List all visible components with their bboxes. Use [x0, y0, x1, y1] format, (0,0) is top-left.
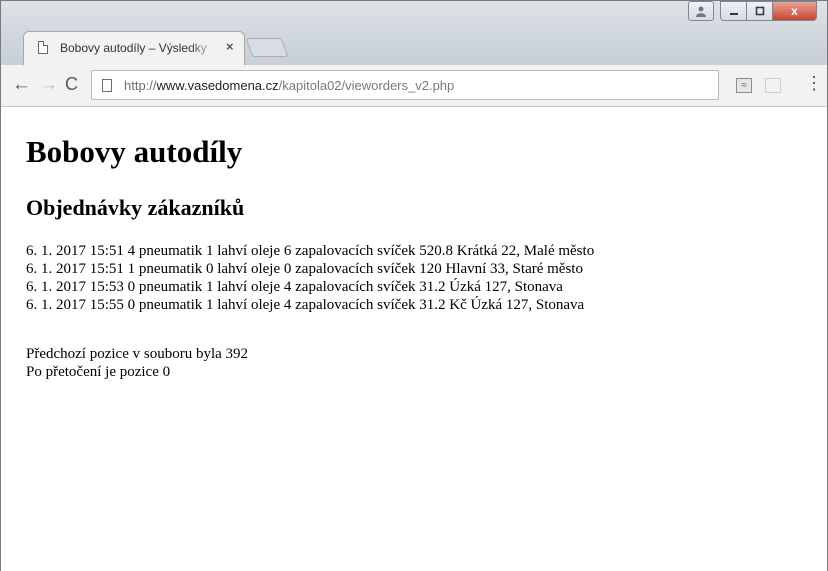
position-before-text: Předchozí pozice v souboru byla 392 [26, 346, 249, 362]
user-icon[interactable] [688, 1, 714, 21]
file-position-notes: Předchozí pozice v souboru byla 392 Po p… [26, 345, 248, 381]
reload-icon[interactable]: C [65, 74, 78, 95]
address-bar[interactable]: http://www.vasedomena.cz/kapitola02/view… [91, 70, 719, 100]
title-bar: Bobovy autodíly – Výsledky × x [1, 1, 827, 65]
new-tab-button[interactable] [245, 38, 289, 57]
window-controls: x [688, 1, 817, 23]
orders-list: 6. 1. 2017 15:51 4 pneumatik 1 lahví ole… [26, 242, 594, 314]
position-after-text: Po přetočení je pozice 0 [26, 364, 171, 380]
page-content: Bobovy autodíly Objednávky zákazníků 6. … [1, 107, 827, 571]
page-title: Bobovy autodíly [26, 134, 243, 169]
back-arrow-icon[interactable]: ← [12, 74, 31, 96]
page-icon [38, 41, 48, 54]
url-text[interactable]: http://www.vasedomena.cz/kapitola02/view… [124, 78, 454, 93]
browser-tab[interactable]: Bobovy autodíly – Výsledky × [23, 31, 245, 65]
order-line: 6. 1. 2017 15:55 0 pneumatik 1 lahví ole… [26, 297, 585, 313]
minimize-button[interactable] [720, 1, 747, 21]
menu-dots-icon[interactable]: ⋮ [805, 74, 823, 92]
toolbar: ← → C http://www.vasedomena.cz/kapitola0… [1, 65, 827, 107]
tab-close-icon[interactable]: × [226, 39, 234, 54]
tab-title: Bobovy autodíly – Výsledky [60, 41, 207, 55]
order-line: 6. 1. 2017 15:51 1 pneumatik 0 lahví ole… [26, 261, 583, 277]
page-subtitle: Objednávky zákazníků [26, 195, 245, 220]
page-icon [102, 79, 112, 92]
extension-icon[interactable]: ≈ [736, 78, 752, 93]
forward-arrow-icon[interactable]: → [39, 74, 58, 96]
extension-icon[interactable] [765, 78, 781, 93]
maximize-button[interactable] [747, 1, 773, 21]
order-line: 6. 1. 2017 15:51 4 pneumatik 1 lahví ole… [26, 243, 595, 259]
window-close-button[interactable]: x [773, 1, 817, 21]
browser-window: Bobovy autodíly – Výsledky × x ← → C htt… [0, 0, 828, 571]
order-line: 6. 1. 2017 15:53 0 pneumatik 1 lahví ole… [26, 279, 563, 295]
